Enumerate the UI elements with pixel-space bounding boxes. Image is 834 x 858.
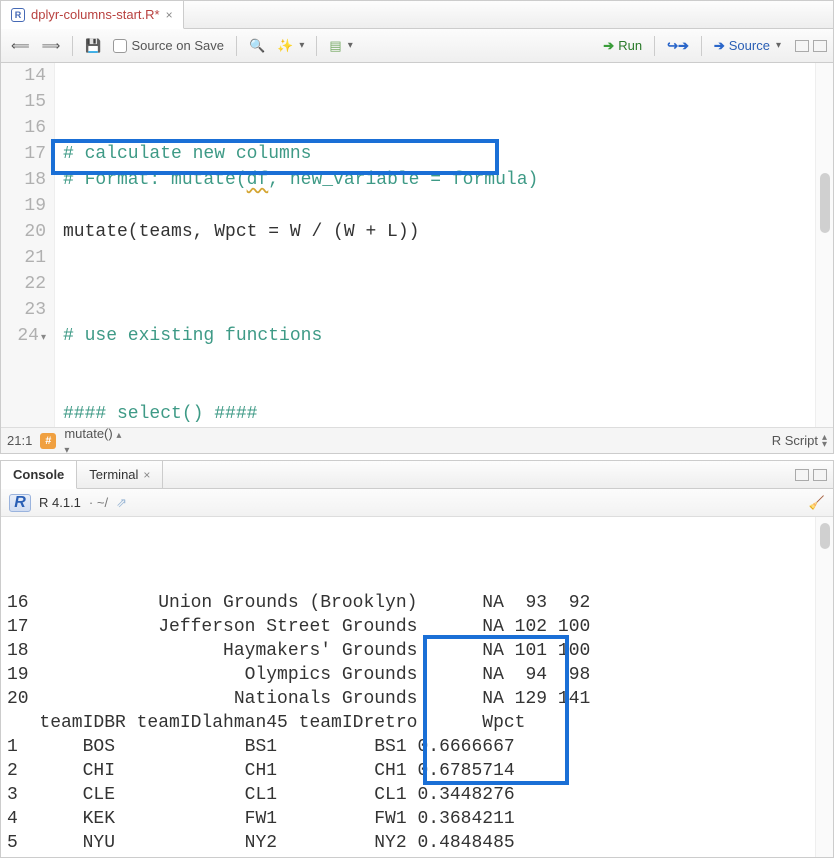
save-button[interactable]: 💾 [81, 34, 105, 58]
wand-icon: ✨ [277, 38, 293, 54]
arrow-left-icon: ⟸ [11, 38, 30, 54]
tab-terminal[interactable]: Terminal× [77, 461, 163, 489]
source-label: Source [729, 38, 770, 53]
source-tabbar: R dplyr-columns-start.R* × [1, 1, 833, 29]
console-output[interactable]: 16 Union Grounds (Brooklyn) NA 93 9217 J… [1, 517, 815, 857]
cursor-position: 21:1 [7, 433, 32, 448]
source-pane: R dplyr-columns-start.R* × ⟸ ⟹ 💾 Source … [0, 0, 834, 454]
pane-window-controls [795, 469, 827, 481]
run-label: Run [618, 38, 642, 53]
tab-console[interactable]: Console [1, 461, 77, 489]
clear-console-icon[interactable]: 🧹 [809, 495, 825, 511]
source-arrow-icon: ➔ [714, 38, 725, 54]
source-on-save-toggle[interactable]: Source on Save [109, 34, 228, 58]
console-toolbar: R R 4.1.1 · ~/ ⇗ 🧹 [1, 489, 833, 517]
search-icon: 🔍 [249, 38, 265, 54]
minimize-pane-button[interactable] [795, 469, 809, 481]
file-tab-label: dplyr-columns-start.R* [31, 7, 160, 22]
find-button[interactable]: 🔍 [245, 34, 269, 58]
console-pane: Console Terminal× R R 4.1.1 · ~/ ⇗ 🧹 16 … [0, 460, 834, 858]
r-file-icon: R [11, 8, 25, 22]
code-editor[interactable]: 1415161718192021222324▾ # calculate new … [1, 63, 833, 427]
r-logo-icon: R [9, 494, 31, 512]
checkbox-icon [113, 39, 127, 53]
notebook-icon: ▤ [329, 38, 341, 54]
scope-label[interactable]: mutate() ▴▾ [64, 426, 121, 456]
source-on-save-label: Source on Save [131, 38, 224, 53]
file-tab[interactable]: R dplyr-columns-start.R* × [1, 1, 184, 29]
source-statusbar: 21:1 # mutate() ▴▾ R Script ▴▾ [1, 427, 833, 453]
language-label: R Script [772, 433, 818, 448]
vertical-scrollbar[interactable] [815, 517, 833, 857]
maximize-pane-button[interactable] [813, 469, 827, 481]
working-dir[interactable]: · ~/ [89, 495, 108, 510]
console-tabbar: Console Terminal× [1, 461, 833, 489]
run-button[interactable]: ➔ Run [599, 34, 646, 58]
chevron-down-icon: ▾ [299, 40, 304, 51]
language-selector[interactable]: R Script ▴▾ [772, 433, 827, 448]
line-gutter: 1415161718192021222324▾ [1, 63, 55, 427]
pane-window-controls [795, 40, 827, 52]
report-button[interactable]: ▤▾ [325, 34, 356, 58]
source-button[interactable]: ➔ Source ▾ [710, 34, 785, 58]
close-icon[interactable]: × [143, 468, 150, 482]
minimize-pane-button[interactable] [795, 40, 809, 52]
run-icon: ➔ [603, 38, 614, 54]
chevron-down-icon: ▾ [776, 40, 781, 51]
code-body[interactable]: # calculate new columns# Format: mutate(… [55, 63, 815, 427]
share-icon[interactable]: ⇗ [116, 495, 127, 511]
chevron-down-icon: ▾ [348, 40, 353, 51]
rerun-button[interactable]: ↪➔ [663, 34, 693, 58]
close-icon[interactable]: × [166, 8, 173, 22]
maximize-pane-button[interactable] [813, 40, 827, 52]
vertical-scrollbar[interactable] [815, 63, 833, 427]
save-icon: 💾 [85, 38, 101, 54]
magic-wand-button[interactable]: ✨▾ [273, 34, 308, 58]
source-toolbar: ⟸ ⟹ 💾 Source on Save 🔍 ✨▾ ▤▾ ➔ Run ↪➔ ➔ … [1, 29, 833, 63]
back-button[interactable]: ⟸ [7, 34, 34, 58]
rerun-icon: ↪➔ [667, 38, 689, 54]
scope-badge-icon: # [40, 433, 56, 449]
arrow-right-icon: ⟹ [42, 38, 61, 54]
forward-button[interactable]: ⟹ [38, 34, 65, 58]
r-version: R 4.1.1 [39, 495, 81, 510]
